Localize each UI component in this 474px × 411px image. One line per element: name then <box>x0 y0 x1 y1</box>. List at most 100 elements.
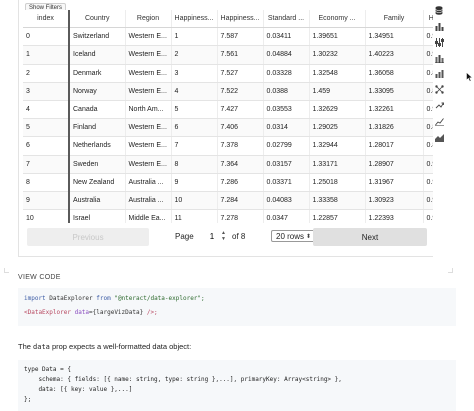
code-line: }; <box>24 396 32 403</box>
cell-standard-error: 0.03371 <box>263 173 310 192</box>
cell-health: 0.90563 <box>423 100 433 120</box>
table-row[interactable]: 3 Norway Western E... 4 7.522 0.0388 1.459 1.33… <box>23 82 433 101</box>
cell-family: 1.28907 <box>365 155 424 174</box>
cell-region: Western E... <box>125 45 172 65</box>
cell-family: 1.33095 <box>365 82 424 101</box>
code-line-import: import DataExplorer from "@nteract/data-… <box>24 292 450 306</box>
table-row[interactable]: 7 Sweden Western E... 8 7.364 0.03157 1.33171 1… <box>23 155 433 174</box>
table-body: 0 Switzerland Western E... 1 7.587 0.03411 1.3… <box>23 27 433 223</box>
cell-happiness-rank: 9 <box>171 173 218 192</box>
rows-per-page-select[interactable]: 20 rows ⬍ <box>271 230 315 242</box>
cell-region: Western E... <box>125 64 172 83</box>
cell-country: Australia <box>69 191 126 211</box>
cell-standard-error: 0.0314 <box>263 118 310 138</box>
cell-health: 0.88911 <box>423 118 433 138</box>
cell-happiness-rank: 7 <box>171 136 218 156</box>
cell-family: 1.34951 <box>365 27 424 47</box>
cell-index: 5 <box>23 118 70 138</box>
cell-health: 0.91387 <box>423 209 433 223</box>
divider <box>448 268 453 273</box>
code-line: schema: { fields: [{ name: string, type:… <box>24 376 342 383</box>
column-header-family[interactable]: Family <box>365 10 424 29</box>
cell-standard-error: 0.02799 <box>263 136 310 156</box>
cell-country: Netherlands <box>69 136 126 156</box>
arrows-icon[interactable] <box>433 99 445 111</box>
table-row[interactable]: 1 Iceland Western E... 2 7.561 0.04884 1.30232… <box>23 45 433 65</box>
page-stepper[interactable]: ▲ ▼ <box>221 230 226 242</box>
column-header-health[interactable]: Health ( <box>423 10 433 29</box>
cell-economy: 1.22857 <box>309 209 366 223</box>
column-header-index[interactable]: index <box>23 10 70 29</box>
code-keyword: from <box>96 295 111 302</box>
cell-happiness-score: 7.427 <box>217 100 264 120</box>
stacked-bars-icon[interactable] <box>433 52 445 64</box>
page: Show Filters index Country Region Happin… <box>0 0 474 411</box>
tuning-icon[interactable] <box>433 36 445 48</box>
cell-happiness-rank: 11 <box>171 209 218 223</box>
cell-economy: 1.39651 <box>309 27 366 47</box>
area-chart-icon[interactable] <box>433 131 445 143</box>
table-row[interactable]: 8 New Zealand Australia ... 9 7.286 0.03371 1.… <box>23 173 433 192</box>
cell-economy: 1.25018 <box>309 173 366 192</box>
bar-chart-icon[interactable] <box>433 20 445 32</box>
cell-health: 0.89284 <box>423 136 433 156</box>
code-string: "@nteract/data-explorer"; <box>110 295 205 302</box>
code-attribute: data <box>70 309 90 316</box>
cell-economy: 1.32548 <box>309 64 366 83</box>
next-button[interactable]: Next <box>313 228 427 246</box>
cell-country: Sweden <box>69 155 126 174</box>
column-header-happiness-rank[interactable]: Happiness... <box>171 10 218 29</box>
table-row[interactable]: 0 Switzerland Western E... 1 7.587 0.03411 1.3… <box>23 27 433 47</box>
previous-button[interactable]: Previous <box>27 228 149 246</box>
cell-family: 1.31967 <box>365 173 424 192</box>
cell-index: 10 <box>23 209 70 223</box>
cell-happiness-score: 7.527 <box>217 64 264 83</box>
cell-family: 1.36058 <box>365 64 424 83</box>
cell-standard-error: 0.03411 <box>263 27 310 47</box>
cell-health: 0.88521 <box>423 82 433 101</box>
cell-country: Finland <box>69 118 126 138</box>
code-tag: />; <box>143 309 158 316</box>
table-row[interactable]: 9 Australia Australia ... 10 7.284 0.04083 1.3… <box>23 191 433 211</box>
cell-happiness-score: 7.587 <box>217 27 264 47</box>
cell-region: Australia ... <box>125 191 172 211</box>
column-header-region[interactable]: Region <box>125 10 172 29</box>
cell-standard-error: 0.03157 <box>263 155 310 174</box>
cell-economy: 1.459 <box>309 82 366 101</box>
code-line: type Data = { <box>24 366 71 373</box>
cell-family: 1.28017 <box>365 136 424 156</box>
view-code-toggle[interactable]: VIEW CODE <box>18 274 61 281</box>
cell-economy: 1.30232 <box>309 45 366 65</box>
table-row[interactable]: 10 Israel Middle Ea... 11 7.278 0.0347 1.22857… <box>23 209 433 223</box>
table-row[interactable]: 5 Finland Western E... 6 7.406 0.0314 1.29025 1… <box>23 118 433 138</box>
chevron-down-icon[interactable]: ▼ <box>221 236 226 242</box>
code-example: import DataExplorer from "@nteract/data-… <box>18 288 456 326</box>
code-tag: <DataExplorer <box>24 309 71 316</box>
line-chart-icon[interactable] <box>433 115 445 127</box>
chevron-updown-icon: ⬍ <box>305 234 311 240</box>
column-header-standard-error[interactable]: Standard ... <box>263 10 310 29</box>
column-header-economy[interactable]: Economy ... <box>309 10 366 29</box>
cell-region: Western E... <box>125 155 172 174</box>
mouse-cursor-icon <box>466 69 473 87</box>
cell-happiness-score: 7.406 <box>217 118 264 138</box>
cell-region: Western E... <box>125 136 172 156</box>
cell-region: Australia ... <box>125 173 172 192</box>
cell-happiness-score: 7.378 <box>217 136 264 156</box>
cell-index: 8 <box>23 173 70 192</box>
cell-happiness-rank: 3 <box>171 64 218 83</box>
data-grid: index Country Region Happiness... Happin… <box>23 10 433 223</box>
column-header-happiness-score[interactable]: Happiness... <box>217 10 264 29</box>
table-row[interactable]: 2 Denmark Western E... 3 7.527 0.03328 1.32548… <box>23 64 433 83</box>
column-header-country[interactable]: Country <box>69 10 126 29</box>
database-icon[interactable] <box>433 4 445 16</box>
network-icon[interactable] <box>433 83 445 95</box>
cell-health: 0.94143 <box>423 27 433 47</box>
table-row[interactable]: 6 Netherlands Western E... 7 7.378 0.02799 1.3… <box>23 136 433 156</box>
header-row: index Country Region Happiness... Happin… <box>23 10 433 29</box>
cell-family: 1.30923 <box>365 191 424 211</box>
cell-country: Norway <box>69 82 126 101</box>
table-row[interactable]: 4 Canada North Am... 5 7.427 0.03553 1.32629 1.… <box>23 100 433 120</box>
cell-country: Canada <box>69 100 126 120</box>
bars-icon[interactable] <box>433 67 445 79</box>
